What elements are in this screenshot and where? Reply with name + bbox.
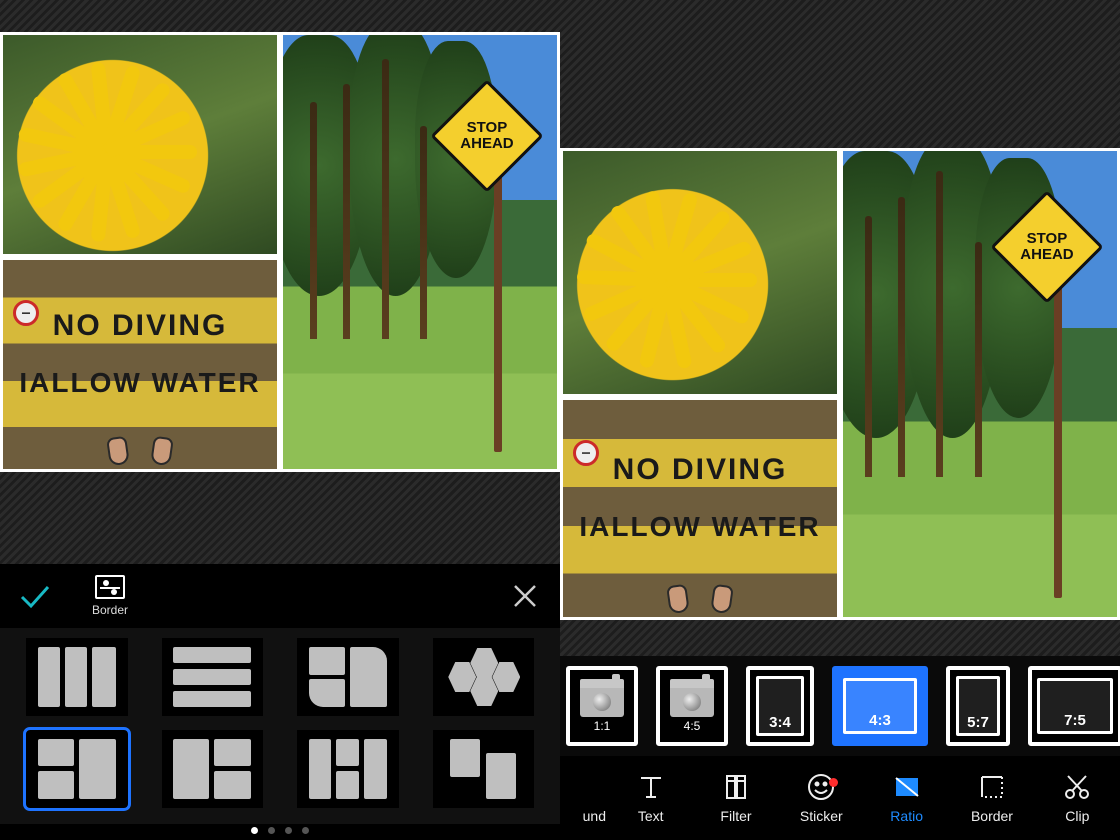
pager-dot[interactable] [251,827,258,834]
right-bottom-toolbar: und Text Filter Sticker [560,756,1120,840]
filter-icon [720,772,752,802]
left-collage-canvas[interactable]: NO DIVING IALLOW WATER [0,32,560,472]
photo-no-diving[interactable]: NO DIVING IALLOW WATER [560,397,840,620]
photo-park-sign[interactable]: STOPAHEAD [280,32,560,472]
ratio-icon [891,772,923,802]
right-mid-texture [560,620,1120,656]
tool-label: Ratio [890,808,923,824]
layout-option-4[interactable] [433,638,535,716]
tool-label: und [583,808,606,824]
left-top-texture [0,0,560,32]
tool-label: Clip [1065,808,1089,824]
photo-no-diving[interactable]: NO DIVING IALLOW WATER [0,257,280,472]
tool-border[interactable]: Border [949,772,1034,824]
layout-pager[interactable] [0,824,560,836]
layout-option-7[interactable] [297,730,399,808]
photo-park-sign[interactable]: STOPAHEAD [840,148,1120,620]
ratio-option-1-1[interactable]: 1:1 [566,666,638,746]
left-pane: NO DIVING IALLOW WATER [0,0,560,840]
border-icon [976,772,1008,802]
tool-label: Border [971,808,1013,824]
border-tool-label: Border [92,603,128,617]
notification-dot-icon [829,778,838,787]
ratio-option-4-5[interactable]: 4:5 [656,666,728,746]
pager-dot[interactable] [268,827,275,834]
ratio-option-3-4[interactable]: 3:4 [746,666,814,746]
layout-option-6[interactable] [162,730,264,808]
scissors-icon [1061,772,1093,802]
tool-label: Text [638,808,664,824]
pager-dot[interactable] [285,827,292,834]
layout-option-8[interactable] [433,730,535,808]
right-pane: NO DIVING IALLOW WATER [560,0,1120,840]
layout-grid [0,628,560,824]
smiley-icon [805,772,837,802]
layout-option-3[interactable] [297,638,399,716]
square-icon [574,772,606,802]
tool-text[interactable]: Text [608,772,693,824]
border-sliders-icon [95,575,125,599]
left-edit-toolbar: Border [0,564,560,628]
tool-clip[interactable]: Clip [1035,772,1120,824]
tool-ratio[interactable]: Ratio [864,772,949,824]
photo-sunflower[interactable] [560,148,840,397]
ratio-options-row[interactable]: 1:1 4:5 3:4 4:3 5:7 7:5 [560,656,1120,756]
layout-option-2[interactable] [162,638,264,716]
confirm-button[interactable] [0,564,70,628]
layout-option-1[interactable] [26,638,128,716]
layout-option-5[interactable] [26,730,128,808]
tool-label: Sticker [800,808,843,824]
tool-filter[interactable]: Filter [693,772,778,824]
tool-label: Filter [720,808,751,824]
right-collage-canvas[interactable]: NO DIVING IALLOW WATER [560,148,1120,620]
ratio-option-4-3[interactable]: 4:3 [832,666,928,746]
sign-text-line1: NO DIVING [3,309,277,343]
photo-sunflower[interactable] [0,32,280,257]
sign-text-line1: NO DIVING [563,453,837,487]
ratio-option-7-5[interactable]: 7:5 [1028,666,1120,746]
pager-dot[interactable] [302,827,309,834]
left-mid-texture [0,472,560,564]
border-tool-button[interactable]: Border [70,575,150,617]
cancel-button[interactable] [490,564,560,628]
text-icon [635,772,667,802]
ratio-option-5-7[interactable]: 5:7 [946,666,1010,746]
sign-text-line2: IALLOW WATER [3,367,277,399]
tool-sticker[interactable]: Sticker [779,772,864,824]
right-top-texture [560,0,1120,148]
tool-background[interactable]: und [560,772,608,824]
sign-text-line2: IALLOW WATER [563,511,837,543]
